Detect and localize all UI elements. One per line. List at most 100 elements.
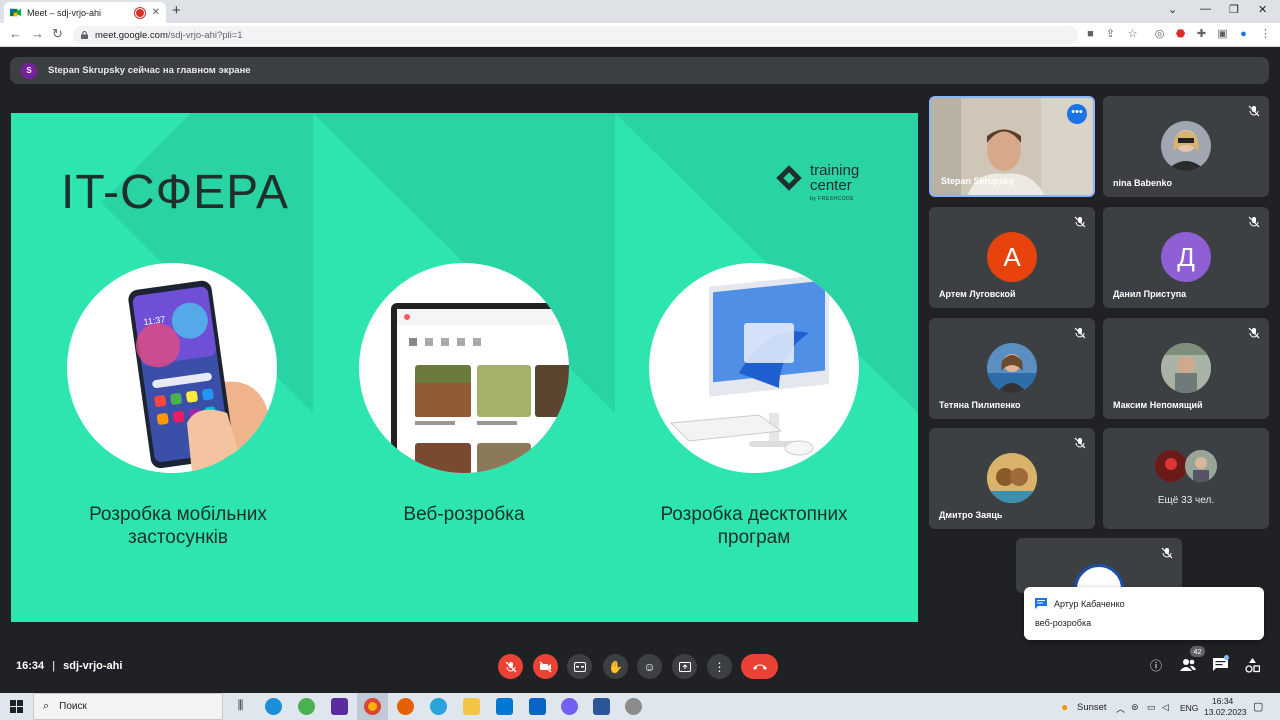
participant-avatar-letter: Д xyxy=(1161,232,1211,282)
participant-avatar-letter: А xyxy=(987,232,1037,282)
participant-tile[interactable]: nina Babenko xyxy=(1103,96,1269,197)
participant-tile[interactable] xyxy=(1016,538,1182,593)
participant-photo xyxy=(987,343,1037,393)
tab-search-icon[interactable]: ⌄ xyxy=(1168,3,1177,16)
participant-name: Артем Луговской xyxy=(939,289,1016,299)
captions-icon xyxy=(573,661,586,672)
presenter-avatar: S xyxy=(21,62,37,79)
presenting-text: Stepan Skrupsky сейчас на главном экране xyxy=(48,65,251,76)
caption-web: Веб-розробка xyxy=(314,503,614,526)
network-icon[interactable]: ⊜ xyxy=(1131,702,1139,713)
minimize-button[interactable]: — xyxy=(1200,3,1211,15)
file-explorer-icon[interactable] xyxy=(463,698,480,715)
more-participants-tile[interactable]: Ещё 33 чел. xyxy=(1103,428,1269,529)
participant-tile[interactable]: Максим Непомящий xyxy=(1103,318,1269,419)
notifications-icon[interactable]: ▢ xyxy=(1253,700,1263,713)
present-screen-button[interactable] xyxy=(672,654,697,679)
participant-name: Дмитро Заяць xyxy=(939,510,1003,520)
camera-off-icon xyxy=(539,661,552,672)
windows-start-icon[interactable] xyxy=(10,700,23,713)
participants-count-badge: 42 xyxy=(1190,646,1205,657)
participant-name: Stepan Skrupsky xyxy=(941,176,1015,186)
tray-expand-icon[interactable]: ︿ xyxy=(1116,702,1125,715)
participant-tile[interactable]: А Артем Луговской xyxy=(929,207,1095,308)
desktop-pc-image xyxy=(669,274,829,456)
raise-hand-button[interactable]: ✋ xyxy=(603,654,628,679)
caption-mobile-line-2: застосунків xyxy=(128,527,228,548)
desktop-illustration xyxy=(649,263,859,473)
taskbar-clock-date[interactable]: 13.02.2023 xyxy=(1204,707,1247,717)
share-icon[interactable]: ⇪ xyxy=(1104,28,1117,41)
task-view-icon[interactable]: ⫼ xyxy=(232,698,249,715)
back-button[interactable]: ← xyxy=(9,27,22,41)
more-options-icon[interactable]: ••• xyxy=(1067,104,1087,124)
logo-line-2: center xyxy=(810,177,852,194)
participant-tile[interactable]: Д Данил Приступа xyxy=(1103,207,1269,308)
participant-tile[interactable]: Тетяна Пилипенко xyxy=(929,318,1095,419)
activities-icon[interactable] xyxy=(1244,658,1260,674)
meeting-details-icon[interactable]: ⓘ xyxy=(1148,658,1164,674)
app-icon[interactable] xyxy=(625,698,642,715)
weather-text[interactable]: Sunset xyxy=(1077,702,1107,713)
chrome-icon[interactable] xyxy=(364,698,381,715)
reactions-button[interactable]: ☺ xyxy=(637,654,662,679)
more-options-button[interactable]: ⋮ xyxy=(707,654,732,679)
utorrent-icon[interactable] xyxy=(298,698,315,715)
edge-browser-icon[interactable] xyxy=(265,698,282,715)
leave-call-button[interactable] xyxy=(741,654,778,679)
viber-icon[interactable] xyxy=(561,698,578,715)
volume-icon[interactable]: ◁ xyxy=(1162,702,1169,713)
logo-line-1: training xyxy=(810,162,860,179)
meet-logo-icon xyxy=(10,8,21,17)
side-panel-icon[interactable]: ▣ xyxy=(1216,28,1229,41)
lock-icon xyxy=(81,31,88,39)
camera-permission-icon[interactable]: ■ xyxy=(1084,28,1097,41)
slide-title: IT-СФЕРА xyxy=(61,166,289,219)
globe-extension-icon[interactable]: ◎ xyxy=(1153,28,1166,41)
more-vert-icon: ⋮ xyxy=(713,659,726,674)
bookmark-star-icon[interactable]: ☆ xyxy=(1126,28,1139,41)
extensions-puzzle-icon[interactable]: ✚ xyxy=(1195,28,1208,41)
mic-off-icon xyxy=(1248,327,1260,339)
new-tab-button[interactable]: + xyxy=(172,3,181,19)
browser-tab-meet[interactable]: Meet – sdj-vrjo-ahi ✕ xyxy=(4,2,166,23)
microsoft-store-icon[interactable] xyxy=(496,698,513,715)
camera-toggle-button[interactable] xyxy=(533,654,558,679)
maximize-button[interactable]: ❐ xyxy=(1229,3,1239,16)
caption-desktop-line-2: програм xyxy=(717,527,791,548)
chat-icon[interactable] xyxy=(1212,658,1228,674)
language-indicator[interactable]: ENG xyxy=(1180,703,1198,713)
taskbar-clock-time[interactable]: 16:34 xyxy=(1212,696,1233,706)
adblock-extension-icon[interactable]: ⬣ xyxy=(1174,28,1187,41)
save-app-icon[interactable] xyxy=(331,698,348,715)
profile-avatar-icon[interactable]: ● xyxy=(1237,28,1250,41)
microphone-toggle-button[interactable] xyxy=(498,654,523,679)
browser-menu-icon[interactable]: ⋮ xyxy=(1259,28,1272,41)
close-tab-icon[interactable]: ✕ xyxy=(152,7,160,18)
laptop-image xyxy=(391,303,569,473)
firefox-icon[interactable] xyxy=(397,698,414,715)
mic-off-icon xyxy=(1248,105,1260,117)
word-icon[interactable] xyxy=(593,698,610,715)
forward-button[interactable]: → xyxy=(31,27,44,41)
participant-tile-self[interactable]: ••• Stepan Skrupsky xyxy=(929,96,1095,197)
participant-photo xyxy=(1185,450,1217,482)
taskbar-search-box[interactable]: ⌕ Поиск xyxy=(33,693,223,720)
telegram-icon[interactable] xyxy=(430,698,447,715)
chat-notification[interactable]: Артур Кабаченко веб-розробка xyxy=(1024,587,1264,640)
close-window-button[interactable]: ✕ xyxy=(1258,3,1267,16)
meeting-code: sdj-vrjo-ahi xyxy=(63,660,123,672)
reload-button[interactable]: ↻ xyxy=(52,27,63,41)
recording-icon xyxy=(135,8,144,17)
battery-icon[interactable]: ▭ xyxy=(1147,702,1156,713)
participant-tile[interactable]: Дмитро Заяць xyxy=(929,428,1095,529)
mail-icon[interactable] xyxy=(529,698,546,715)
captions-button[interactable] xyxy=(567,654,592,679)
people-icon[interactable] xyxy=(1180,658,1196,674)
chat-unread-dot xyxy=(1224,655,1229,660)
mic-off-icon xyxy=(1248,216,1260,228)
emoji-icon: ☺ xyxy=(643,659,656,674)
browser-tab-bar: Meet – sdj-vrjo-ahi ✕ + ⌄ — ❐ ✕ xyxy=(0,0,1280,23)
url-field[interactable]: meet.google.com/sdj-vrjo-ahi?pli=1 xyxy=(73,26,1078,44)
present-screen-icon xyxy=(678,661,691,672)
